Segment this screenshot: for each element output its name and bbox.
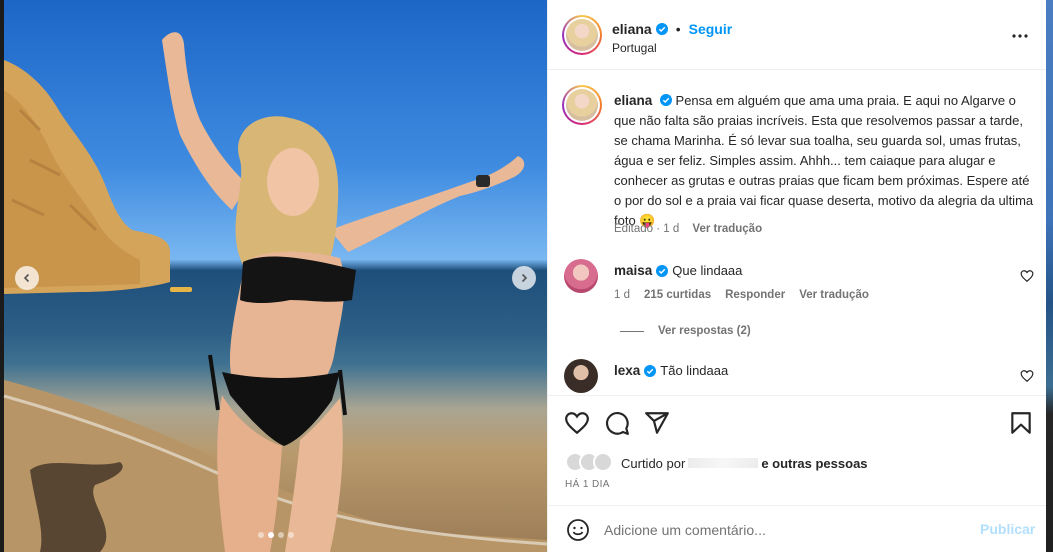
comment-translate-link[interactable]: Ver tradução xyxy=(799,289,869,301)
background-edge xyxy=(1046,0,1053,552)
caption-username[interactable]: eliana xyxy=(614,93,652,108)
more-icon[interactable] xyxy=(1010,28,1030,44)
view-replies-label: Ver respostas (2) xyxy=(658,325,751,337)
post-actions: Curtido por e outras pessoas HÁ 1 DIA xyxy=(548,395,1047,505)
post-header: eliana • Seguir Portugal xyxy=(548,0,1047,70)
verified-icon xyxy=(656,264,669,277)
comment-item: lexa Tão lindaaa xyxy=(548,357,1047,395)
add-comment-bar: Publicar xyxy=(548,505,1047,552)
commenter-avatar[interactable] xyxy=(564,359,598,393)
view-replies-button[interactable]: Ver respostas (2) xyxy=(620,325,751,337)
comment-likes[interactable]: 215 curtidas xyxy=(644,289,711,301)
caption-author-avatar[interactable] xyxy=(562,85,602,125)
carousel-dot xyxy=(278,532,284,538)
caption-meta: Editado · 1 d Ver tradução xyxy=(614,223,762,235)
post-location[interactable]: Portugal xyxy=(612,41,657,55)
verified-icon xyxy=(659,94,672,106)
comment-item: maisa Que lindaaa 1 d 215 curtidas Respo… xyxy=(548,257,1047,317)
liked-by-others[interactable]: e outras pessoas xyxy=(761,456,867,471)
chevron-right-icon xyxy=(521,273,528,283)
liked-by-prefix: Curtido por xyxy=(621,455,686,471)
comment-icon[interactable] xyxy=(604,410,630,436)
comments-scroll-area[interactable]: eliana Pensa em alguém que ama uma praia… xyxy=(548,71,1047,395)
post-caption: eliana Pensa em alguém que ama uma praia… xyxy=(614,91,1034,231)
save-icon[interactable] xyxy=(1008,410,1034,436)
carousel-dots xyxy=(258,532,294,538)
comment-text: Que lindaaa xyxy=(672,263,743,278)
replies-line xyxy=(620,330,644,332)
carousel-dot xyxy=(258,532,264,538)
caption-text: Pensa em alguém que ama uma praia. E aqu… xyxy=(614,93,1034,228)
follow-button[interactable]: Seguir xyxy=(689,21,733,37)
liked-by-avatars[interactable] xyxy=(565,452,617,474)
post-side-panel: eliana • Seguir Portugal eliana Pensa em… xyxy=(547,0,1047,552)
comment-heart-icon[interactable] xyxy=(1020,369,1034,383)
carousel-dot xyxy=(288,532,294,538)
author-avatar[interactable] xyxy=(562,15,602,55)
comment-heart-icon[interactable] xyxy=(1020,269,1034,283)
chevron-left-icon xyxy=(23,273,30,283)
caption-translate-link[interactable]: Ver tradução xyxy=(692,223,762,235)
heart-icon[interactable] xyxy=(564,410,590,436)
previous-photo-button[interactable] xyxy=(15,266,39,290)
comment-input[interactable] xyxy=(604,520,964,540)
emoji-icon[interactable] xyxy=(566,518,590,542)
reply-button[interactable]: Responder xyxy=(725,289,785,301)
liked-by-username-redacted[interactable] xyxy=(688,458,759,468)
carousel-dot xyxy=(268,532,274,538)
commenter-avatar[interactable] xyxy=(564,259,598,293)
comment-text: Tão lindaaa xyxy=(660,363,729,378)
caption-edited-time: Editado · 1 d xyxy=(614,223,680,235)
post-timestamp[interactable]: HÁ 1 DIA xyxy=(565,479,610,490)
separator-dot: • xyxy=(675,21,681,37)
post-photo xyxy=(0,0,547,552)
comment-username[interactable]: lexa xyxy=(614,363,640,378)
verified-icon xyxy=(655,23,668,35)
person-figure xyxy=(162,32,525,552)
liked-by: Curtido por e outras pessoas xyxy=(565,452,868,474)
comment-username[interactable]: maisa xyxy=(614,263,652,278)
comment-age: 1 d xyxy=(614,289,630,301)
author-username[interactable]: eliana xyxy=(612,21,652,37)
next-photo-button[interactable] xyxy=(512,266,536,290)
publish-button[interactable]: Publicar xyxy=(980,521,1035,537)
share-icon[interactable] xyxy=(644,410,670,436)
verified-icon xyxy=(644,364,657,377)
